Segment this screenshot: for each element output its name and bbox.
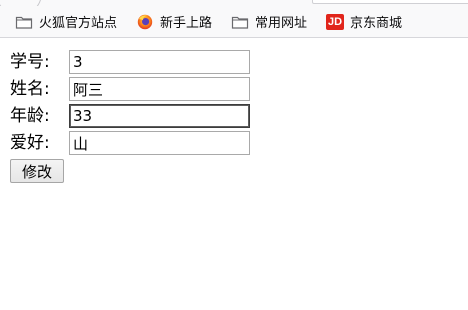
name-label: 姓名: (10, 79, 50, 99)
bookmark-firefox-official[interactable]: 火狐官方站点 (11, 10, 122, 34)
bookmark-jd-mall[interactable]: JD 京东商城 (322, 10, 407, 34)
bookmark-common-sites[interactable]: 常用网址 (227, 10, 312, 34)
folder-icon (15, 14, 33, 30)
student-id-input[interactable] (69, 50, 250, 74)
name-row: 姓名: (10, 76, 250, 102)
student-id-row: 学号: (10, 49, 250, 75)
folder-icon (231, 14, 249, 30)
bookmark-label: 常用网址 (255, 16, 308, 31)
age-row: 年龄: (10, 103, 250, 129)
hobby-label: 爱好: (10, 133, 50, 153)
hobby-row: 爱好: (10, 130, 250, 156)
jd-logo-icon: JD (326, 13, 345, 30)
url-bar[interactable] (312, 0, 468, 4)
firefox-icon (136, 14, 154, 30)
bookmarks-toolbar: 火狐官方站点 新手上路 常用网址 JD 京东商城 (0, 6, 468, 38)
submit-button[interactable]: 修改 (10, 159, 65, 183)
bookmark-label: 京东商城 (350, 16, 403, 31)
hobby-input[interactable] (69, 131, 250, 155)
bookmark-label: 火狐官方站点 (39, 16, 118, 31)
bookmark-getting-started[interactable]: 新手上路 (132, 10, 217, 34)
age-label: 年龄: (10, 106, 50, 126)
name-input[interactable] (69, 77, 250, 101)
student-id-label: 学号: (10, 52, 50, 72)
edit-student-form: 学号: 姓名: 年龄: 爱好: 修改 (10, 49, 250, 183)
bookmark-label: 新手上路 (160, 16, 213, 31)
age-input[interactable] (69, 104, 250, 128)
